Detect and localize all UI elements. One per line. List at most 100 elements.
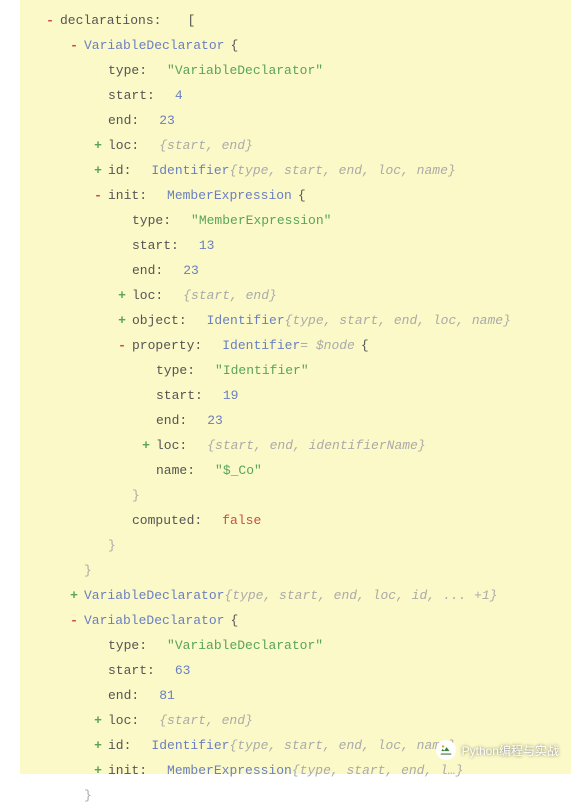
collapsed-summary[interactable]: {start, end} <box>159 137 253 155</box>
tree-row: -declarations: [ <box>20 8 571 33</box>
property-key: start <box>156 387 195 405</box>
collapsed-summary[interactable]: {start, end} <box>183 287 277 305</box>
property-key: init <box>108 762 139 780</box>
tree-row: +VariableDeclarator {type, start, end, l… <box>20 583 571 608</box>
collapse-icon[interactable]: - <box>92 187 104 205</box>
property-key: declarations <box>60 12 154 30</box>
property-key: end <box>132 262 155 280</box>
type-name[interactable]: MemberExpression <box>167 187 292 205</box>
node-name[interactable]: VariableDeclarator <box>84 37 224 55</box>
tree-row: +loc: {start, end} <box>20 133 571 158</box>
annotation: = $node <box>300 337 355 355</box>
tree-row: } <box>20 483 571 508</box>
tree-row: +init:MemberExpression {type, start, end… <box>20 758 571 783</box>
property-key: init <box>108 187 139 205</box>
type-name[interactable]: Identifier <box>151 162 229 180</box>
node-name[interactable]: VariableDeclarator <box>84 587 224 605</box>
open-brace: { <box>230 37 238 55</box>
property-key: loc <box>132 287 155 305</box>
open-bracket: [ <box>187 12 195 30</box>
type-name[interactable]: Identifier <box>207 312 285 330</box>
property-key: name <box>156 462 187 480</box>
property-key: type <box>156 362 187 380</box>
string-value: "Identifier" <box>215 362 309 380</box>
expand-icon[interactable]: + <box>68 587 80 605</box>
ast-tree-panel: -declarations: [-VariableDeclarator { ty… <box>20 0 571 774</box>
string-value: "VariableDeclarator" <box>167 62 323 80</box>
open-brace: { <box>298 187 306 205</box>
tree-row: start:13 <box>20 233 571 258</box>
open-brace: { <box>361 337 369 355</box>
string-value: "VariableDeclarator" <box>167 637 323 655</box>
close-brace: } <box>108 537 116 555</box>
expand-icon[interactable]: + <box>92 137 104 155</box>
tree-row: type:"Identifier" <box>20 358 571 383</box>
expand-icon[interactable]: + <box>140 437 152 455</box>
node-name[interactable]: VariableDeclarator <box>84 612 224 630</box>
expand-icon[interactable]: + <box>92 762 104 780</box>
expand-icon[interactable]: + <box>92 162 104 180</box>
tree-row: end:23 <box>20 108 571 133</box>
number-value: 63 <box>175 662 191 680</box>
collapsed-summary[interactable]: {type, start, end, loc, name} <box>229 737 455 755</box>
property-key: loc <box>108 137 131 155</box>
tree-row: start:19 <box>20 383 571 408</box>
close-brace: } <box>132 487 140 505</box>
type-name[interactable]: Identifier <box>151 737 229 755</box>
property-key: loc <box>108 712 131 730</box>
property-key: type <box>108 637 139 655</box>
tree-row: -init:MemberExpression { <box>20 183 571 208</box>
type-name[interactable]: MemberExpression <box>167 762 292 780</box>
property-key: id <box>108 162 124 180</box>
tree-row: name:"$_Co" <box>20 458 571 483</box>
collapse-icon[interactable]: - <box>44 12 56 30</box>
property-key: loc <box>156 437 179 455</box>
tree-row: +id:Identifier {type, start, end, loc, n… <box>20 158 571 183</box>
string-value: "$_Co" <box>215 462 262 480</box>
boolean-value: false <box>222 512 261 530</box>
property-key: id <box>108 737 124 755</box>
string-value: "MemberExpression" <box>191 212 331 230</box>
tree-row: start:4 <box>20 83 571 108</box>
tree-row: } <box>20 558 571 583</box>
watermark-avatar-icon <box>436 740 456 760</box>
property-key: computed <box>132 512 194 530</box>
expand-icon[interactable]: + <box>92 712 104 730</box>
type-name[interactable]: Identifier <box>222 337 300 355</box>
tree-row: +loc: {start, end, identifierName} <box>20 433 571 458</box>
property-key: property <box>132 337 194 355</box>
property-key: start <box>108 662 147 680</box>
property-key: end <box>108 687 131 705</box>
number-value: 23 <box>207 412 223 430</box>
number-value: 13 <box>199 237 215 255</box>
tree-row: start:63 <box>20 658 571 683</box>
close-brace: } <box>84 562 92 580</box>
collapsed-summary[interactable]: {start, end, identifierName} <box>207 437 425 455</box>
tree-row: } <box>20 533 571 558</box>
collapsed-summary[interactable]: {start, end} <box>159 712 253 730</box>
watermark-text: Python编程与实战 <box>462 742 559 759</box>
collapsed-summary[interactable]: {type, start, end, loc, id, ... +1} <box>224 587 497 605</box>
expand-icon[interactable]: + <box>116 287 128 305</box>
watermark: Python编程与实战 <box>436 740 559 760</box>
expand-icon[interactable]: + <box>92 737 104 755</box>
number-value: 23 <box>183 262 199 280</box>
number-value: 4 <box>175 87 183 105</box>
collapsed-summary[interactable]: {type, start, end, loc, name} <box>229 162 455 180</box>
collapse-icon[interactable]: - <box>68 37 80 55</box>
tree-row: -property:Identifier = $node { <box>20 333 571 358</box>
tree-row: type:"VariableDeclarator" <box>20 633 571 658</box>
collapsed-summary[interactable]: {type, start, end, loc, name} <box>285 312 511 330</box>
property-key: object <box>132 312 179 330</box>
collapsed-summary[interactable]: {type, start, end, l…} <box>292 762 464 780</box>
collapse-icon[interactable]: - <box>116 337 128 355</box>
collapse-icon[interactable]: - <box>68 612 80 630</box>
expand-icon[interactable]: + <box>116 312 128 330</box>
number-value: 19 <box>223 387 239 405</box>
open-brace: { <box>230 612 238 630</box>
property-key: start <box>108 87 147 105</box>
tree-row: -VariableDeclarator { <box>20 33 571 58</box>
property-key: end <box>108 112 131 130</box>
tree-row: end:23 <box>20 258 571 283</box>
tree-row: } <box>20 783 571 808</box>
